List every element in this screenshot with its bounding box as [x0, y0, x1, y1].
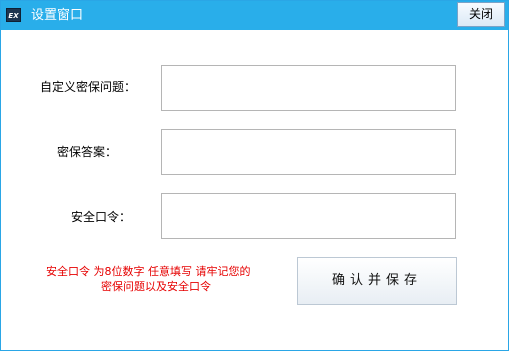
password-hint: 安全口令 为8位数字 任意填写 请牢记您的 密保问题以及安全口令	[37, 264, 287, 294]
security-question-input[interactable]	[161, 65, 456, 111]
security-question-label: 自定义密保问题：	[39, 80, 136, 94]
settings-window: EX 设置窗口 关闭 自定义密保问题： 密保答案： 安全口令： 安全口令 为8位…	[0, 0, 509, 351]
window-title: 设置窗口	[31, 8, 84, 23]
title-bar[interactable]: EX 设置窗口 关闭	[1, 1, 508, 30]
app-logo-icon: EX	[6, 8, 21, 22]
close-button[interactable]: 关闭	[457, 2, 505, 27]
hint-line-2: 密保问题以及安全口令	[101, 280, 211, 293]
confirm-save-button[interactable]: 确认并保存	[297, 257, 457, 305]
security-answer-label: 密保答案：	[56, 145, 117, 159]
security-password-label: 安全口令：	[70, 210, 131, 224]
hint-line-1: 安全口令 为8位数字 任意填写 请牢记您的	[46, 265, 251, 278]
security-answer-input[interactable]	[161, 129, 456, 175]
security-password-input[interactable]	[161, 193, 456, 239]
